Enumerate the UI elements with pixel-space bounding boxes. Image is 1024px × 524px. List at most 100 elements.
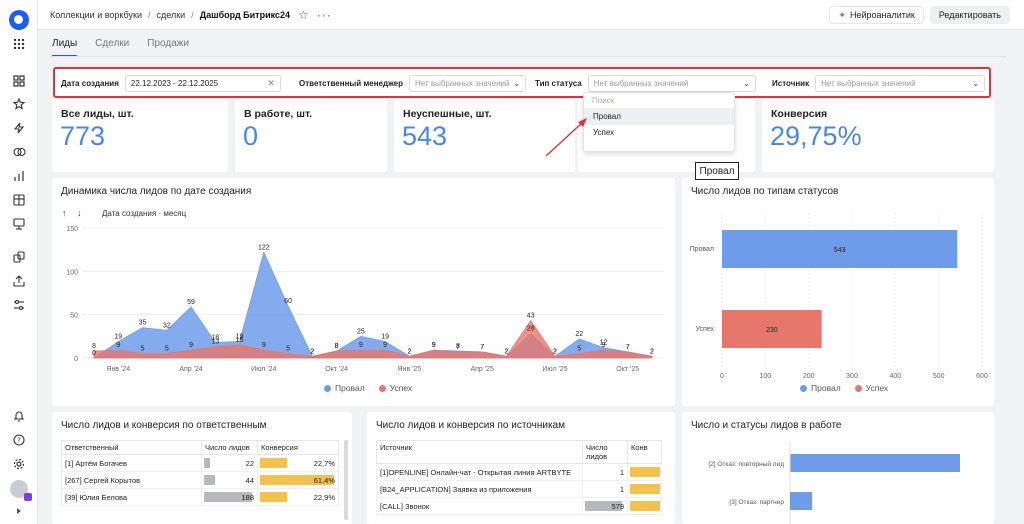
charts-icon[interactable]: [11, 168, 27, 184]
filter-source-select[interactable]: Нет выбранных значений ⌄: [815, 74, 986, 92]
connections-icon[interactable]: [11, 144, 27, 160]
data-label: 9: [432, 342, 436, 349]
help-icon[interactable]: ?: [11, 432, 27, 448]
filter-manager-select[interactable]: Нет выбранных значений ⌄: [409, 74, 527, 92]
data-label: 0: [92, 350, 96, 357]
data-label: 5: [141, 346, 145, 353]
status-types-chart-card: Число лидов по типам статусов 0 100 200 300…: [682, 178, 994, 406]
tab-sales[interactable]: Продажи: [147, 38, 189, 57]
tab-leads[interactable]: Лиды: [52, 38, 78, 57]
filters-bar: Дата создания 22.12.2023 - 22.12.2025 ✕ …: [53, 67, 991, 98]
managers-table-card: Число лидов и конверсия по ответственным…: [52, 412, 352, 524]
settings-sliders-icon[interactable]: [11, 297, 27, 313]
legend-success[interactable]: Успех: [854, 383, 888, 393]
series-area-0[interactable]: [92, 251, 653, 359]
legend-success[interactable]: Успех: [378, 383, 412, 393]
filter-date-input[interactable]: 22.12.2023 - 22.12.2025 ✕: [124, 74, 281, 92]
x-tick-label: 100: [759, 373, 771, 378]
breadcrumb-collections[interactable]: Коллекции и воркбуки: [50, 10, 142, 20]
dashboard-tabs: Лиды Сделки Продажи: [52, 38, 189, 57]
conversion-cell: 22,7%: [257, 454, 339, 472]
favorite-star-icon[interactable]: ☆: [298, 8, 309, 22]
dashboard-icon[interactable]: [11, 73, 27, 89]
edit-button[interactable]: Редактировать: [929, 6, 1010, 24]
conversion-cell: [627, 480, 662, 498]
integrations-icon[interactable]: [11, 249, 27, 265]
clear-icon[interactable]: ✕: [267, 78, 275, 89]
data-label: 59: [187, 299, 195, 306]
x-tick-label: Окт '25: [616, 366, 639, 373]
annotation-arrow-icon: [545, 118, 587, 157]
table-row[interactable]: [1] Артём Богачев 22 22,7%: [61, 454, 339, 472]
kpi-card-in-work: В работе, шт. 0: [235, 99, 387, 172]
lightning-icon[interactable]: [11, 120, 27, 136]
x-tick-label: 600: [976, 373, 988, 378]
managers-table: Ответственный Число лидов Конверсия [1] …: [61, 440, 339, 506]
data-label: 13: [211, 339, 219, 346]
status-type-dropdown: Поиск Провал Успех: [583, 92, 735, 152]
filter-status-type-select[interactable]: Нет выбранных значений ⌄: [587, 74, 756, 92]
y-tick-label: 0: [74, 356, 78, 363]
work-status-bar[interactable]: [790, 454, 960, 472]
sort-up-icon[interactable]: ↑: [62, 208, 67, 218]
more-options-icon[interactable]: ···: [317, 8, 332, 22]
table-row[interactable]: [39] Юлия Белова 188 22,9%: [61, 488, 339, 506]
leads-dynamics-chart-card: Динамика числа лидов по дате создания ↑ …: [52, 178, 675, 406]
scrollbar[interactable]: [344, 440, 348, 520]
table-row[interactable]: [B24_APPLICATION] Заявка из приложения 1: [376, 480, 662, 498]
column-header[interactable]: Число лидов: [582, 440, 628, 464]
upload-icon[interactable]: [11, 273, 27, 289]
column-header[interactable]: Конверсия: [257, 440, 339, 455]
data-label: 2: [650, 348, 654, 355]
data-label: 2: [310, 348, 314, 355]
dropdown-search-input[interactable]: Поиск: [584, 93, 734, 109]
presentation-icon[interactable]: [11, 216, 27, 232]
filter-status-type: Тип статуса Нет выбранных значений ⌄: [535, 74, 756, 92]
table-title: Число лидов и конверсия по ответственным: [61, 420, 267, 431]
notifications-bell-icon[interactable]: [11, 408, 27, 424]
data-label: 9: [116, 342, 120, 349]
app-logo-icon[interactable]: [9, 10, 29, 30]
chart-title: Число лидов по типам статусов: [691, 186, 839, 197]
data-label: 32: [163, 322, 171, 329]
sort-down-icon[interactable]: ↓: [77, 208, 82, 218]
data-label: 7: [626, 344, 630, 351]
lead-count-cell: 22: [201, 454, 258, 472]
data-label: 5: [165, 346, 169, 353]
apps-grid-icon[interactable]: [11, 36, 27, 52]
column-header[interactable]: Источник: [376, 440, 583, 464]
kpi-card-conversion: Конверсия 29,75%: [762, 99, 994, 172]
neuroanalyst-button[interactable]: ✦ Нейроаналитик: [829, 6, 924, 24]
data-label: 2: [407, 348, 411, 355]
user-avatar[interactable]: [10, 480, 32, 501]
kpi-value: 0: [243, 121, 259, 151]
legend-fail[interactable]: Провал: [324, 383, 365, 393]
column-header[interactable]: Конв: [627, 440, 662, 464]
data-label: 2: [553, 348, 557, 355]
x-tick-label: 300: [846, 373, 858, 378]
kpi-card-all-leads: Все лиды, шт. 773: [52, 99, 228, 172]
sort-field-label[interactable]: Дата создания · месяц: [102, 209, 186, 218]
dropdown-option-success[interactable]: Успех: [584, 125, 734, 141]
tab-deals[interactable]: Сделки: [95, 38, 129, 57]
gear-icon[interactable]: [11, 456, 27, 472]
column-header[interactable]: Ответственный: [61, 440, 202, 455]
source-name-cell: [1]OPENLINE] Онлайн-чат - Открытая линия…: [376, 463, 583, 481]
table-row[interactable]: [1]OPENLINE] Онлайн-чат - Открытая линия…: [376, 463, 662, 481]
datasets-table-icon[interactable]: [11, 192, 27, 208]
table-row[interactable]: [267] Сергей Корытов 44 61,4%: [61, 471, 339, 489]
data-label: 9: [602, 342, 606, 349]
dropdown-option-fail[interactable]: Провал: [584, 109, 734, 125]
svg-text:?: ?: [17, 437, 21, 445]
expand-arrow-icon[interactable]: [11, 503, 27, 519]
column-header[interactable]: Число лидов: [201, 440, 258, 455]
work-status-bar[interactable]: [790, 492, 813, 510]
breadcrumb-deals[interactable]: сделки: [157, 10, 186, 20]
data-label: 35: [139, 320, 147, 327]
x-tick-label: Янв '25: [398, 366, 422, 373]
legend-fail[interactable]: Провал: [800, 383, 841, 393]
favorites-star-icon[interactable]: [11, 96, 27, 112]
manager-name-cell: [39] Юлия Белова: [61, 488, 202, 506]
data-label: 9: [262, 342, 266, 349]
table-row[interactable]: [CALL] Звонок 579: [376, 497, 662, 515]
